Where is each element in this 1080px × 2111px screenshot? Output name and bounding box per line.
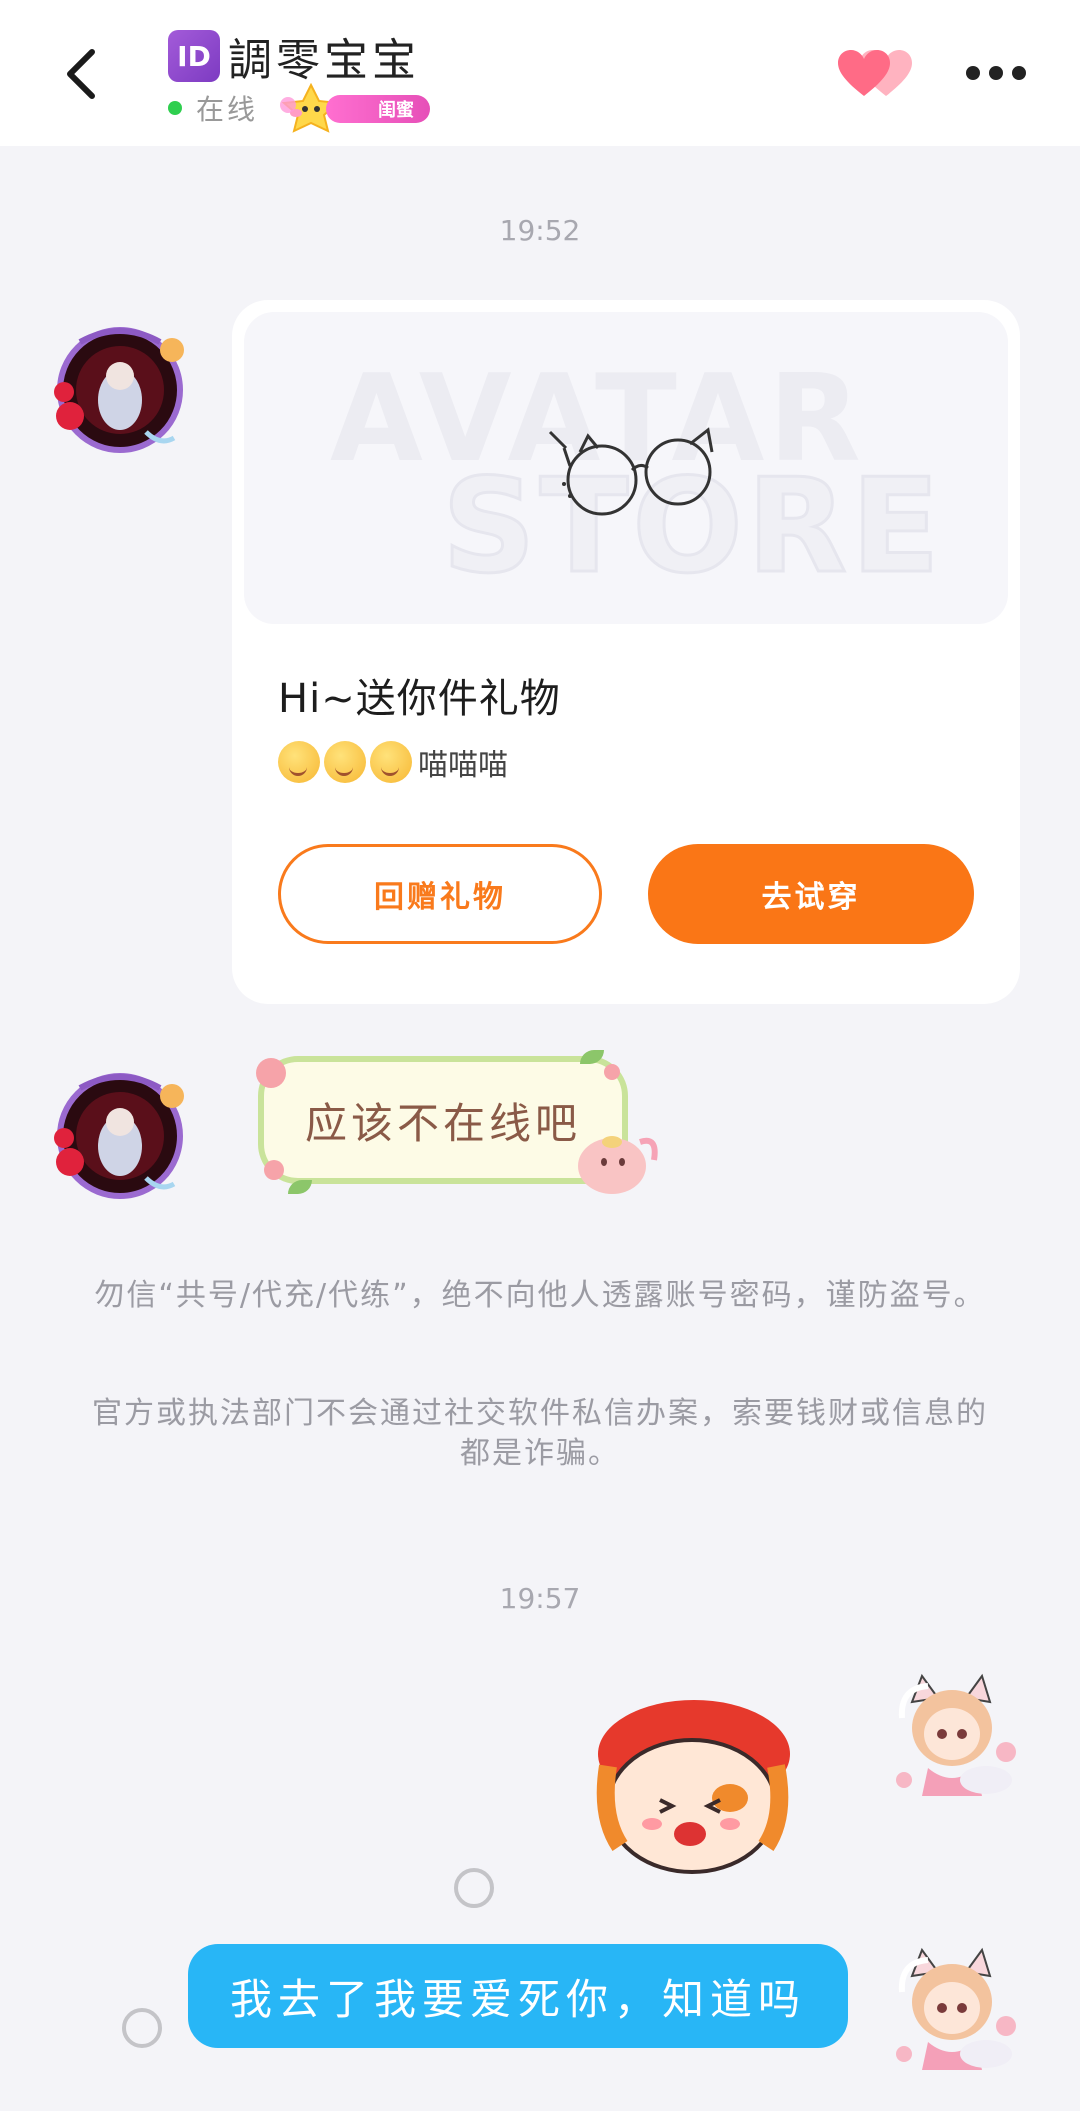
more-icon-dot: [1012, 66, 1026, 80]
message-timestamp: 19:57: [499, 1582, 581, 1615]
gift-title: Hi~送你件礼物: [278, 676, 561, 722]
contact-avatar[interactable]: [50, 1066, 190, 1206]
online-status-text: 在线: [196, 93, 259, 126]
back-button[interactable]: [58, 44, 108, 104]
emoji-icon: [370, 741, 412, 783]
relation-badge[interactable]: 闺蜜: [276, 83, 431, 133]
relation-badge-label: 闺蜜: [326, 95, 431, 123]
more-icon-dot: [966, 66, 980, 80]
select-message-radio[interactable]: [122, 2008, 162, 2048]
my-avatar[interactable]: [882, 1668, 1022, 1808]
emoji-icon: [324, 741, 366, 783]
message-text: 我去了我要爱死你，知道吗: [229, 1974, 806, 2024]
intimacy-button[interactable]: [838, 48, 914, 100]
gift-card[interactable]: AVATAR STORE Hi~送你件礼物 喵喵喵 回赠礼物 去试穿: [232, 300, 1020, 1004]
message-timestamp: 19:52: [499, 214, 581, 247]
id-badge: ID: [168, 30, 220, 82]
sticker-message[interactable]: [580, 1696, 808, 1878]
double-heart-icon: [838, 50, 912, 96]
security-notice: 勿信“共号/代充/代练”，绝不向他人透露账号密码，谨防盗号。: [94, 1278, 986, 1313]
more-icon-dot: [989, 66, 1003, 80]
message-bubble-sent[interactable]: 我去了我要爱死你，知道吗: [188, 1944, 848, 2048]
gift-banner: AVATAR STORE: [244, 312, 1008, 624]
flower-decoration: [604, 1064, 620, 1080]
message-bubble-received[interactable]: 应该不在线吧: [258, 1056, 628, 1184]
security-notice: 官方或执法部门不会通过社交软件私信办案，索要钱财或信息的都是诈骗。: [92, 1396, 988, 1471]
return-gift-button[interactable]: 回赠礼物: [278, 844, 602, 944]
gift-subtitle-text: 喵喵喵: [418, 748, 508, 783]
more-button[interactable]: [966, 60, 1026, 86]
my-avatar[interactable]: [882, 1942, 1022, 2082]
contact-avatar[interactable]: [50, 320, 190, 460]
try-on-button[interactable]: 去试穿: [648, 844, 974, 944]
gift-subtitle: 喵喵喵: [278, 740, 508, 784]
back-icon: [67, 49, 95, 99]
flower-decoration: [264, 1160, 284, 1180]
contact-name: 調零宝宝: [228, 35, 420, 86]
chat-title[interactable]: ID 調零宝宝: [168, 26, 420, 86]
emoji-icon: [278, 741, 320, 783]
status-row: 在线 闺蜜: [168, 83, 431, 133]
glasses-icon: [548, 427, 714, 516]
message-text: 应该不在线吧: [304, 1098, 581, 1148]
select-message-radio[interactable]: [454, 1868, 494, 1908]
bunny-decoration: [578, 1136, 658, 1194]
online-status-dot: [168, 101, 182, 115]
flower-decoration: [256, 1058, 286, 1088]
chat-header: ID 調零宝宝 在线 闺蜜: [0, 0, 1080, 146]
